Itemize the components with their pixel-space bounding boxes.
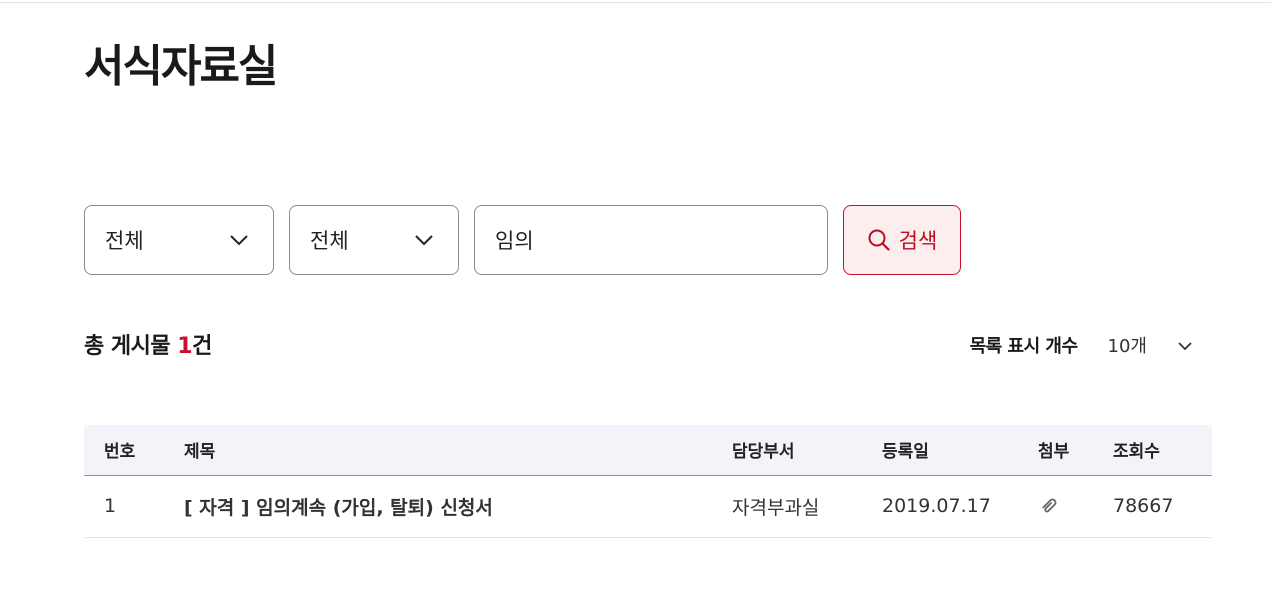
chevron-down-icon bbox=[229, 234, 249, 246]
page-size-select[interactable]: 10개 bbox=[1108, 332, 1193, 358]
page-size-value: 10개 bbox=[1107, 336, 1147, 357]
row-date: 2019.07.17 bbox=[882, 495, 991, 517]
chevron-down-icon bbox=[1177, 335, 1193, 356]
column-header-date: 등록일 bbox=[882, 425, 1038, 476]
column-header-title: 제목 bbox=[184, 425, 732, 476]
category-select[interactable]: 전체 bbox=[84, 205, 274, 275]
row-title-link[interactable]: [ 자격 ] 임의계속 (가입, 탈퇴) 신청서 bbox=[184, 475, 732, 537]
total-count-suffix: 건 bbox=[192, 334, 212, 359]
category-select-value: 전체 bbox=[105, 229, 144, 253]
search-button[interactable]: 검색 bbox=[843, 205, 961, 275]
search-input[interactable] bbox=[474, 205, 828, 275]
column-header-views: 조회수 bbox=[1113, 425, 1212, 476]
column-header-department: 담당부서 bbox=[732, 425, 882, 476]
search-button-label: 검색 bbox=[898, 229, 938, 253]
row-attachment[interactable] bbox=[1038, 475, 1113, 537]
paperclip-icon[interactable] bbox=[1038, 495, 1113, 517]
field-select[interactable]: 전체 bbox=[289, 205, 459, 275]
column-header-attachment: 첨부 bbox=[1038, 425, 1113, 476]
column-header-number: 번호 bbox=[84, 425, 184, 476]
top-divider bbox=[0, 2, 1271, 3]
page-title: 서식자료실 bbox=[84, 41, 278, 92]
table-row[interactable]: 1 [ 자격 ] 임의계속 (가입, 탈퇴) 신청서 자격부과실 2019.07… bbox=[84, 475, 1212, 537]
search-bar: 전체 전체 검색 bbox=[84, 205, 961, 275]
search-icon bbox=[867, 228, 891, 252]
field-select-value: 전체 bbox=[310, 229, 349, 253]
row-number: 1 bbox=[104, 495, 117, 517]
chevron-down-icon bbox=[414, 234, 434, 246]
row-views: 78667 bbox=[1113, 495, 1174, 517]
row-department: 자격부과실 bbox=[732, 496, 820, 519]
total-count-prefix: 총 게시물 bbox=[84, 334, 178, 359]
total-count-number: 1 bbox=[177, 334, 193, 359]
page-size-label: 목록 표시 개수 bbox=[969, 336, 1078, 357]
table-header-row: 번호 제목 담당부서 등록일 첨부 조회수 bbox=[84, 425, 1212, 476]
page-size-control: 목록 표시 개수 10개 bbox=[970, 330, 1193, 360]
total-post-count: 총 게시물 1건 bbox=[84, 328, 212, 360]
board-table: 번호 제목 담당부서 등록일 첨부 조회수 1 [ 자격 ] 임의계속 (가입,… bbox=[84, 425, 1212, 538]
